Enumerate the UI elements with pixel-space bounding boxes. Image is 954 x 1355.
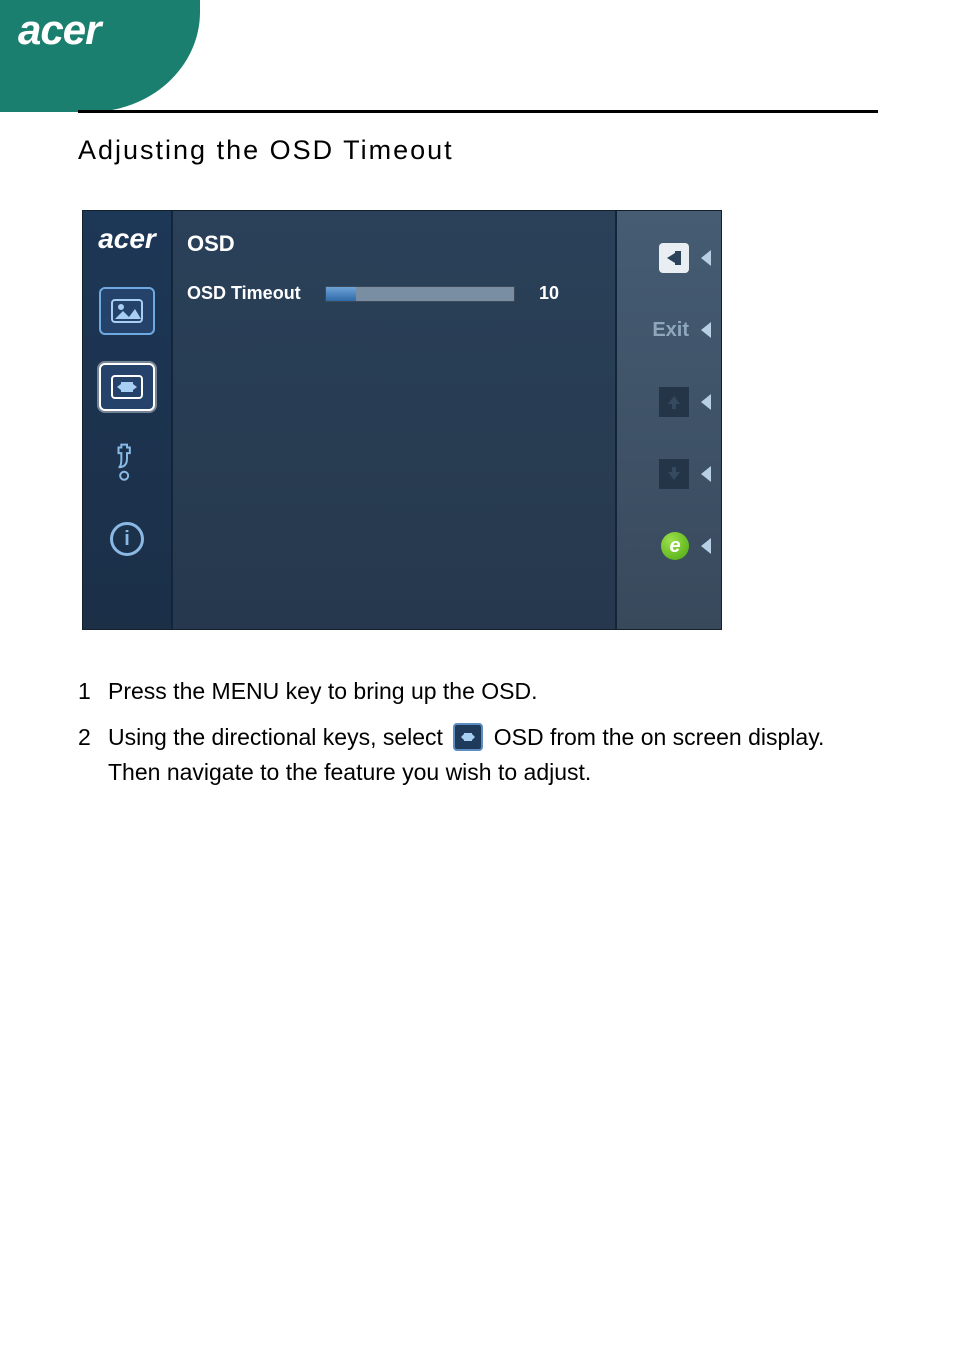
osd-timeout-value: 10 [539,283,559,304]
osd-timeout-row[interactable]: OSD Timeout 10 [187,283,601,304]
osd-main-panel: OSD OSD Timeout 10 [173,211,617,629]
brand-logo: acer [18,6,100,54]
left-arrow-icon [701,466,711,482]
left-arrow-icon [701,538,711,554]
osd-heading: OSD [187,231,601,257]
section-title: Adjusting the OSD Timeout [78,135,878,166]
left-arrow-icon [701,394,711,410]
e-icon: e [661,532,689,560]
step-number: 2 [78,720,108,791]
osd-exit-button[interactable]: Exit [617,307,721,353]
osd-button-column: Exit e [617,211,721,629]
osd-timeout-slider[interactable] [325,286,515,302]
osd-empower-button[interactable]: e [617,523,721,569]
arrow-down-icon [659,459,689,489]
instruction-list: 1 Press the MENU key to bring up the OSD… [78,674,878,791]
left-arrow-icon [701,322,711,338]
left-arrow-icon [701,250,711,266]
step-number: 1 [78,674,108,710]
osd-screenshot: acer i OSD OSD Timeout [82,210,722,630]
osd-tab-icon[interactable] [99,363,155,411]
osd-inline-icon [453,723,483,751]
exit-label: Exit [652,315,689,345]
arrow-up-icon [659,387,689,417]
step-text: Press the MENU key to bring up the OSD. [108,674,878,710]
step-2-part-a: Using the directional keys, select [108,724,449,750]
osd-brand-logo: acer [98,223,156,255]
osd-timeout-label: OSD Timeout [187,283,307,304]
osd-timeout-slider-fill [326,287,356,301]
input-tab-icon[interactable] [99,439,155,487]
osd-down-button[interactable] [617,451,721,497]
step-text: Using the directional keys, select OSD f… [108,720,878,791]
osd-up-button[interactable] [617,379,721,425]
osd-tab-column: acer i [83,211,173,629]
divider-rule [78,110,878,113]
enter-icon [659,243,689,273]
step-1: 1 Press the MENU key to bring up the OSD… [78,674,878,710]
step-2: 2 Using the directional keys, select OSD… [78,720,878,791]
info-tab-icon[interactable]: i [99,515,155,563]
picture-tab-icon[interactable] [99,287,155,335]
osd-enter-button[interactable] [617,235,721,281]
